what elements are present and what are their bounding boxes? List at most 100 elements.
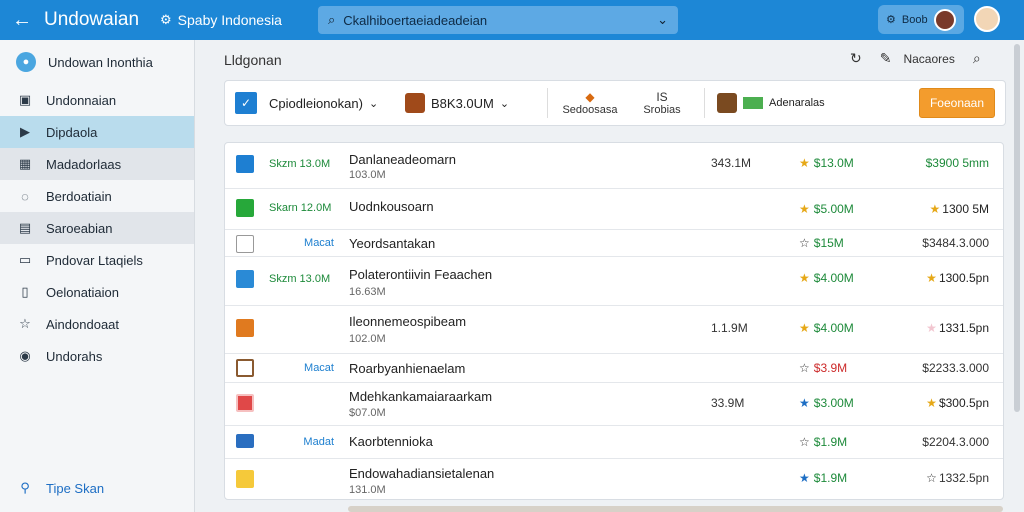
row-price: $3484.3.000 [922,236,989,250]
results-list: Skzm 13.0M Danlaneadeomarn 103.0M 343.1M… [224,142,1004,500]
category-select-label: Cpiodleionokan) [269,95,363,111]
price-value: 1300 5M [942,202,989,216]
vertical-scrollbar[interactable] [1014,44,1020,412]
sidebar-item-label: Madadorlaas [46,156,122,172]
image-icon: ▣ [18,92,32,107]
row-tag: Skzm 13.0M [269,158,331,170]
price-value: 1300.5pn [938,271,989,285]
stat-sedoosasa[interactable]: ◆ Sedoosasa [554,90,626,116]
table-row[interactable]: Macat Yeordsantakan ☆ $15M $3484.3.000 [225,230,1003,257]
sidebar-item-4[interactable]: ◌ Berdoatiain [0,180,194,212]
app-header: ← Undowaian ⚙ Spaby Indonesia ⌕ Ckalhibo… [0,0,1024,40]
sidebar-item-3[interactable]: ▦ Madadorlaas [0,148,194,180]
emblem-icon [717,93,737,113]
sidebar-footer[interactable]: ⚲ Tipe Skan [0,476,104,500]
row-price: $2204.3.000 [922,435,989,449]
sidebar-item-7[interactable]: ▯ Oelonatiaion [0,276,194,308]
table-row[interactable]: Ileonnemeospibeam 102.0M 1.1.9M ★ $4.00M … [225,306,1003,354]
tools-label[interactable]: Nacaores [903,52,954,66]
sidebar-item-label: Undonnaian [46,92,117,108]
row-rating: ☆ $3.9M [799,361,848,375]
row-title: Danlaneadeomarn [349,152,456,167]
table-row[interactable]: Mdehkankamaiaraarkam $07.0M 33.9M ★ $3.00… [225,383,1003,426]
grid-icon: ▦ [18,156,32,171]
row-price: ☆ 1332.5pn [926,471,989,485]
sidebar-item-5[interactable]: ▤ Saroeabian [0,212,194,244]
row-title: Polaterontiivin Feaachen [349,267,493,282]
row-title: Kaorbtennioka [349,434,433,449]
checkbox-icon[interactable]: ✓ [235,92,257,114]
table-row[interactable]: Skzm 13.0M Danlaneadeomarn 103.0M 343.1M… [225,143,1003,189]
star-icon: ☆ [19,316,31,331]
back-arrow-icon[interactable]: ← [6,9,38,32]
row-sub: 102.0M [349,333,386,345]
card-icon [236,394,254,412]
profile-avatar[interactable] [974,6,1000,32]
search-icon: ⌕ [328,12,336,27]
filter-toolbar: ✓ Cpiodleionokan) ⌄ B8K3.0UM ⌄ ◆ Sedoosa… [224,80,1006,126]
row-value: 1.1.9M [711,321,748,335]
row-rating: ★ $4.00M [799,271,854,285]
price-value: 1332.5pn [938,471,989,485]
region-selector[interactable]: ⚙ Spaby Indonesia [160,12,310,28]
refresh-icon[interactable]: ↻ [850,50,862,67]
category-select[interactable]: ✓ Cpiodleionokan) ⌄ [235,92,395,114]
doc-icon [236,199,254,217]
region-label: Spaby Indonesia [177,12,282,28]
search-dropdown[interactable]: ⌕ Ckalhiboertaeiadeadeian ⌄ [318,6,678,34]
row-price: ★ 1300.5pn [926,271,989,285]
row-tag: Madat [303,436,334,448]
row-title: Uodnkousoarn [349,199,434,214]
row-value: 33.9M [711,396,745,410]
row-sub: 131.0M [349,484,386,496]
settings-icon: ⚙ [886,14,896,26]
circle-icon: ◉ [19,348,31,363]
row-value: 343.1M [711,156,752,170]
sidebar-item-8[interactable]: ☆ Aindondoaat [0,308,194,340]
sidebar-item-9[interactable]: ◉ Undorahs [0,340,194,372]
table-row[interactable]: Macat Roarbyanhienaelam ☆ $3.9M $2233.3.0… [225,354,1003,383]
sidebar-item-0[interactable]: ● Undowan Inonthia [0,40,194,84]
search-icon[interactable]: ⌕ [973,50,981,67]
row-title: Yeordsantakan [349,236,436,251]
file-icon [236,235,254,253]
sidebar-item-2[interactable]: ▶ Dipdaola [0,116,194,148]
title-tools: ↻ ✎ Nacaores ⌕ [850,50,981,67]
sidebar-item-label: Aindondoaat [46,316,120,332]
table-row[interactable]: Madat Kaorbtennioka ☆ $1.9M $2204.3.000 [225,426,1003,459]
flag-icon [743,97,763,109]
image-icon [236,270,254,288]
sidebar-item-label: Saroeabian [46,220,113,236]
row-rating: ★ $4.00M [799,321,854,335]
rating-value: $4.00M [813,271,854,285]
table-row[interactable]: Endowahadiansietalenan 131.0M ★ $1.9M ☆ 13… [225,459,1003,499]
action-button[interactable]: Foeonaan [919,88,995,118]
chevron-down-icon: ⌄ [499,97,510,110]
row-sub: 16.63M [349,286,386,298]
flag-filter[interactable]: Adenaralas [717,93,825,113]
row-rating: ☆ $1.9M [799,435,848,449]
sidebar-item-label: Undowan Inonthia [48,54,153,70]
row-rating: ★ $13.0M [799,156,854,170]
horizontal-scrollbar[interactable] [348,506,1003,512]
price-value: $300.5pn [938,396,989,410]
sidebar-item-6[interactable]: ▭ Pndovar Ltaqiels [0,244,194,276]
rating-value: $1.9M [813,471,848,485]
amount-select[interactable]: B8K3.0UM ⌄ [405,93,541,113]
row-title: Roarbyanhienaelam [349,361,466,376]
user-menu[interactable]: ⚙ Boob [878,5,964,34]
edit-icon[interactable]: ✎ [880,50,892,67]
row-price: ★ 1331.5pn [926,321,989,335]
row-sub: $07.0M [349,407,386,419]
rating-value: $5.00M [813,202,854,216]
row-sub: 103.0M [349,169,386,181]
sidebar-item-1[interactable]: ▣ Undonnaian [0,84,194,116]
table-row[interactable]: Skarn 12.0M Uodnkousoarn ★ $5.00M ★ 1300 5… [225,189,1003,230]
stat-srobias[interactable]: IS Srobias [626,90,698,116]
emblem-icon [405,93,425,113]
chevron-down-icon: ⌄ [657,12,668,27]
row-price: ★ $300.5pn [926,396,989,410]
sidebar-item-label: Berdoatiain [46,188,112,204]
stat-label: Sedoosasa [562,104,618,116]
table-row[interactable]: Skzm 13.0M Polaterontiivin Feaachen 16.6… [225,257,1003,306]
